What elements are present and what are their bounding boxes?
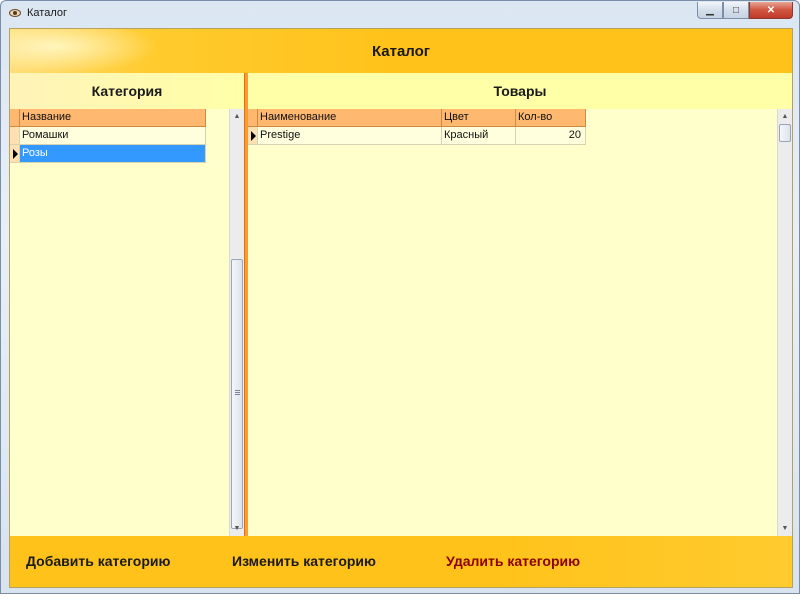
catalog-window: Каталог ▁ □ ✕ Каталог Категория Название… (0, 0, 800, 594)
maximize-icon: □ (732, 4, 740, 16)
thumb-grip (235, 392, 240, 393)
row-indicator (248, 127, 258, 145)
category-name-cell[interactable]: Розы (20, 145, 206, 163)
close-button[interactable]: ✕ (749, 2, 793, 19)
thumb-grip (235, 390, 240, 391)
column-header-name[interactable]: Название (20, 109, 206, 127)
product-name-cell[interactable]: Prestige (258, 127, 442, 145)
scroll-up-icon[interactable]: ▲ (230, 109, 244, 124)
client-area: Каталог Категория Название Ромашки Розы (9, 28, 793, 588)
categories-grid[interactable]: Название Ромашки Розы (10, 109, 206, 163)
products-scrollbar[interactable]: ▲ ▼ (777, 109, 792, 536)
scroll-down-icon[interactable]: ▼ (778, 521, 792, 536)
header-band: Каталог (10, 29, 792, 73)
product-color-cell[interactable]: Красный (442, 127, 516, 145)
scroll-down-icon[interactable]: ▼ (230, 521, 244, 536)
page-title: Каталог (371, 42, 431, 60)
product-qty-cell[interactable]: 20 (516, 127, 586, 145)
categories-header-row: Название (10, 109, 206, 127)
close-icon: ✕ (766, 4, 776, 16)
footer-band: Добавить категорию Изменить категорию Уд… (10, 536, 792, 587)
maximize-button[interactable]: □ (723, 2, 749, 19)
products-grid[interactable]: Наименование Цвет Кол-во Prestige Красны… (248, 109, 588, 145)
minimize-button[interactable]: ▁ (697, 2, 723, 19)
categories-header: Категория (10, 73, 244, 109)
category-row[interactable]: Ромашки (10, 127, 206, 145)
products-header-row: Наименование Цвет Кол-во (248, 109, 588, 127)
title-bar[interactable]: Каталог ▁ □ ✕ (1, 1, 799, 25)
products-panel: Товары Наименование Цвет Кол-во Prestige… (248, 73, 792, 536)
edit-category-button[interactable]: Изменить категорию (232, 553, 376, 569)
categories-scrollbar[interactable]: ▲ ▼ (229, 109, 244, 536)
column-header-color[interactable]: Цвет (442, 109, 516, 127)
thumb-grip (235, 394, 240, 395)
row-indicator (10, 127, 20, 145)
add-category-button[interactable]: Добавить категорию (26, 553, 170, 569)
column-header-name[interactable]: Наименование (258, 109, 442, 127)
window-title: Каталог (27, 7, 67, 19)
current-row-arrow-icon (251, 131, 256, 141)
eye-icon (9, 9, 21, 17)
row-indicator (10, 145, 20, 163)
scroll-thumb[interactable] (231, 259, 243, 529)
delete-category-button[interactable]: Удалить категорию (446, 553, 580, 569)
current-row-arrow-icon (13, 149, 18, 159)
categories-panel: Категория Название Ромашки Розы ▲ ▼ (10, 73, 244, 536)
minimize-icon: ▁ (706, 4, 714, 16)
header-glow (10, 29, 160, 73)
scroll-up-icon[interactable]: ▲ (778, 109, 792, 124)
category-row-selected[interactable]: Розы (10, 145, 206, 163)
window-controls: ▁ □ ✕ (697, 2, 793, 19)
row-indicator-header (10, 109, 20, 127)
products-header: Товары (248, 73, 792, 109)
scroll-thumb[interactable] (779, 124, 791, 142)
column-header-qty[interactable]: Кол-во (516, 109, 586, 127)
category-name-cell[interactable]: Ромашки (20, 127, 206, 145)
row-indicator-header (248, 109, 258, 127)
product-row[interactable]: Prestige Красный 20 (248, 127, 588, 145)
